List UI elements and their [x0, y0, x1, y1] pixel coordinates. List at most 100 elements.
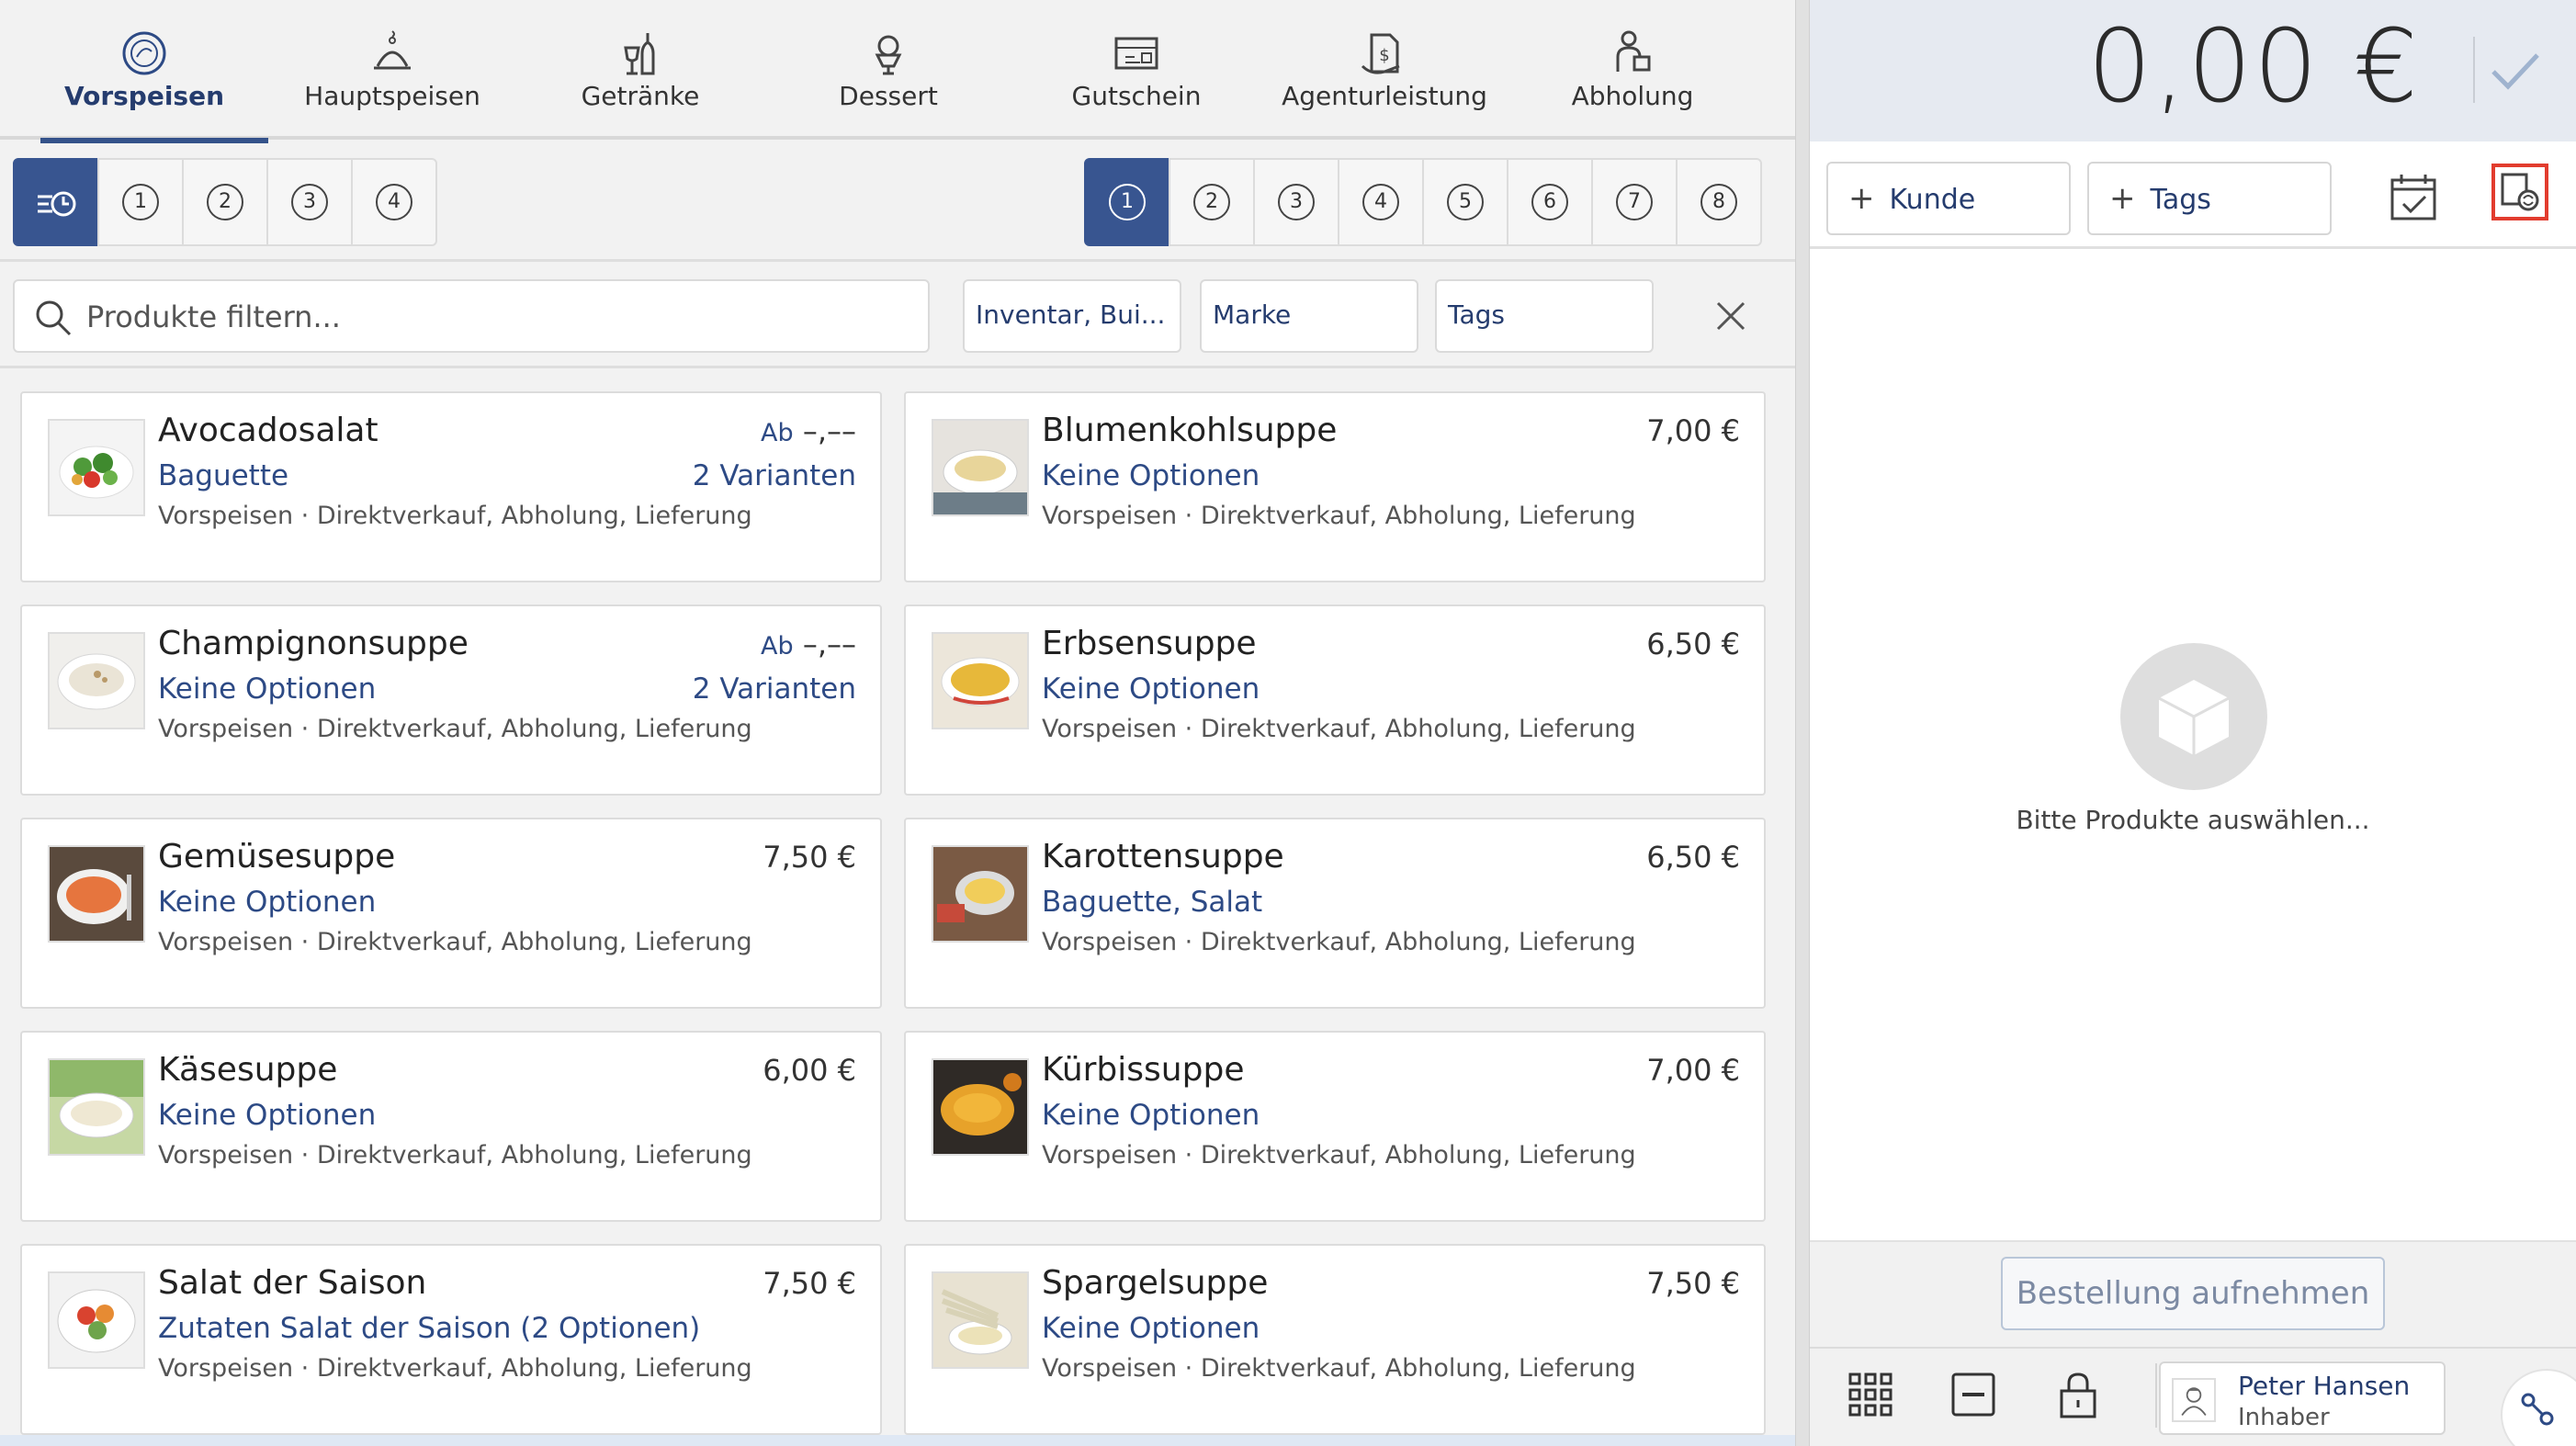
product-price: 7,50 € — [1646, 1266, 1740, 1301]
product-card-kaesesuppe[interactable]: Käsesuppe Keine Optionen Vorspeisen · Di… — [20, 1031, 882, 1222]
product-thumbnail — [932, 845, 1029, 943]
search-icon — [36, 300, 72, 336]
category-label: Hauptspeisen — [304, 81, 480, 111]
product-price: 6,50 € — [1646, 627, 1740, 661]
product-price: Ab –,–– — [761, 413, 856, 448]
search-field — [13, 279, 930, 353]
category-label: Dessert — [839, 81, 938, 111]
connection-icon — [2521, 1393, 2554, 1426]
course-button-4[interactable]: 4 — [351, 158, 437, 246]
divider — [2155, 1363, 2157, 1428]
voucher-icon — [1109, 26, 1164, 81]
add-tags-button[interactable]: + Tags — [2087, 162, 2332, 235]
product-price: 7,00 € — [1646, 1053, 1740, 1088]
seat-button-4[interactable]: 4 — [1338, 158, 1424, 246]
ice-cream-icon — [861, 26, 916, 81]
category-tab-getraenke[interactable]: Getränke — [516, 0, 764, 140]
empty-cart-illustration — [2120, 643, 2267, 790]
category-tab-dessert[interactable]: Dessert — [764, 0, 1012, 140]
course-button-3[interactable]: 3 — [266, 158, 353, 246]
inventory-filter-button[interactable]: Inventar, Bui... — [963, 279, 1181, 353]
seat-selector: 1 2 3 4 5 6 7 8 — [1084, 158, 1762, 246]
plus-icon: + — [1848, 180, 1875, 217]
place-order-button[interactable]: Bestellung aufnehmen — [2001, 1257, 2385, 1330]
divider — [0, 259, 1795, 262]
cloche-icon — [365, 26, 420, 81]
product-card-avocadosalat[interactable]: Avocadosalat Baguette Vorspeisen · Direk… — [20, 391, 882, 582]
product-card-karottensuppe[interactable]: Karottensuppe Baguette, Salat Vorspeisen… — [904, 818, 1766, 1009]
product-price: 7,00 € — [1646, 413, 1740, 448]
scroll-edge — [0, 1435, 1795, 1446]
avatar — [2172, 1378, 2216, 1422]
pickup-icon — [1605, 26, 1660, 81]
product-card-erbsensuppe[interactable]: Erbsensuppe Keine Optionen Vorspeisen · … — [904, 604, 1766, 796]
seat-button-5[interactable]: 5 — [1422, 158, 1508, 246]
divider — [1810, 246, 2576, 249]
course-selector: 1 2 3 4 — [13, 158, 437, 246]
plus-icon: + — [2109, 180, 2136, 217]
category-tab-vorspeisen[interactable]: Vorspeisen — [20, 0, 268, 143]
category-tab-abholung[interactable]: Abholung — [1508, 0, 1757, 140]
category-tab-gutschein[interactable]: Gutschein — [1012, 0, 1260, 140]
product-thumbnail — [48, 845, 145, 943]
tags-filter-button[interactable]: Tags — [1435, 279, 1654, 353]
product-price: 7,50 € — [763, 840, 856, 875]
user-role: Inhaber — [2238, 1404, 2330, 1431]
grid-menu-icon[interactable] — [1845, 1369, 1896, 1420]
switch-order-icon — [2501, 173, 2539, 211]
category-label: Getränke — [581, 81, 700, 111]
product-thumbnail — [932, 419, 1029, 516]
bottle-glass-icon — [613, 26, 668, 81]
lock-icon[interactable] — [2052, 1369, 2104, 1420]
cart-pane: 0,00 € + Kunde + Tags Bitte Produkte auswä… — [1810, 0, 2576, 1446]
product-thumbnail — [48, 1271, 145, 1369]
product-thumbnail — [932, 1271, 1029, 1369]
switch-order-button[interactable] — [2491, 164, 2548, 220]
product-card-kuerbissuppe[interactable]: Kürbissuppe Keine Optionen Vorspeisen · … — [904, 1031, 1766, 1222]
seat-button-7[interactable]: 7 — [1591, 158, 1678, 246]
pane-divider[interactable] — [1795, 0, 1810, 1446]
category-label: Abholung — [1571, 81, 1694, 111]
product-card-champignonsuppe[interactable]: Champignonsuppe Keine Optionen Vorspeise… — [20, 604, 882, 796]
category-label: Vorspeisen — [63, 81, 225, 111]
add-customer-button[interactable]: + Kunde — [1826, 162, 2071, 235]
empty-cart-text: Bitte Produkte auswählen... — [2016, 805, 2370, 835]
minimize-icon[interactable] — [1948, 1369, 1999, 1420]
cart-total-bar: 0,00 € — [1810, 0, 2576, 141]
product-card-spargelsuppe[interactable]: Spargelsuppe Keine Optionen Vorspeisen ·… — [904, 1244, 1766, 1435]
product-price: 7,50 € — [763, 1266, 856, 1301]
salad-plate-icon — [117, 26, 172, 81]
product-price: Ab –,–– — [761, 627, 856, 661]
user-account-button[interactable]: Peter Hansen Inhaber — [2159, 1361, 2446, 1435]
course-button-1[interactable]: 1 — [97, 158, 184, 246]
category-bar: Vorspeisen Hauptspeisen Getränke Dessert… — [0, 0, 1795, 143]
seat-button-2[interactable]: 2 — [1169, 158, 1255, 246]
search-input[interactable] — [86, 290, 895, 344]
product-price: 6,00 € — [763, 1053, 856, 1088]
agency-service-icon: $ — [1357, 26, 1412, 81]
category-tab-agenturleistung[interactable]: $ Agenturleistung — [1260, 0, 1508, 140]
seat-button-6[interactable]: 6 — [1507, 158, 1593, 246]
category-label: Gutschein — [1071, 81, 1202, 111]
category-tab-hauptspeisen[interactable]: Hauptspeisen — [268, 0, 516, 140]
seat-button-8[interactable]: 8 — [1676, 158, 1762, 246]
box-icon — [2158, 680, 2230, 755]
clear-filter-icon[interactable] — [1707, 292, 1755, 340]
product-thumbnail — [48, 419, 145, 516]
seat-button-3[interactable]: 3 — [1253, 158, 1339, 246]
product-price: 6,50 € — [1646, 840, 1740, 875]
product-pane: Vorspeisen Hauptspeisen Getränke Dessert… — [0, 0, 1795, 1446]
divider — [0, 366, 1795, 368]
product-card-salat-der-saison[interactable]: Salat der Saison Zutaten Salat der Saiso… — [20, 1244, 882, 1435]
product-thumbnail — [932, 632, 1029, 729]
check-icon[interactable] — [2479, 33, 2552, 107]
divider — [1810, 1347, 2576, 1349]
course-timer-button[interactable] — [13, 158, 99, 246]
brand-filter-button[interactable]: Marke — [1200, 279, 1418, 353]
seat-button-1[interactable]: 1 — [1084, 158, 1170, 246]
course-button-2[interactable]: 2 — [182, 158, 268, 246]
product-card-gemuesesuppe[interactable]: Gemüsesuppe Keine Optionen Vorspeisen · … — [20, 818, 882, 1009]
product-card-blumenkohlsuppe[interactable]: Blumenkohlsuppe Keine Optionen Vorspeise… — [904, 391, 1766, 582]
calendar-check-icon[interactable] — [2387, 171, 2440, 224]
divider — [2473, 37, 2475, 103]
